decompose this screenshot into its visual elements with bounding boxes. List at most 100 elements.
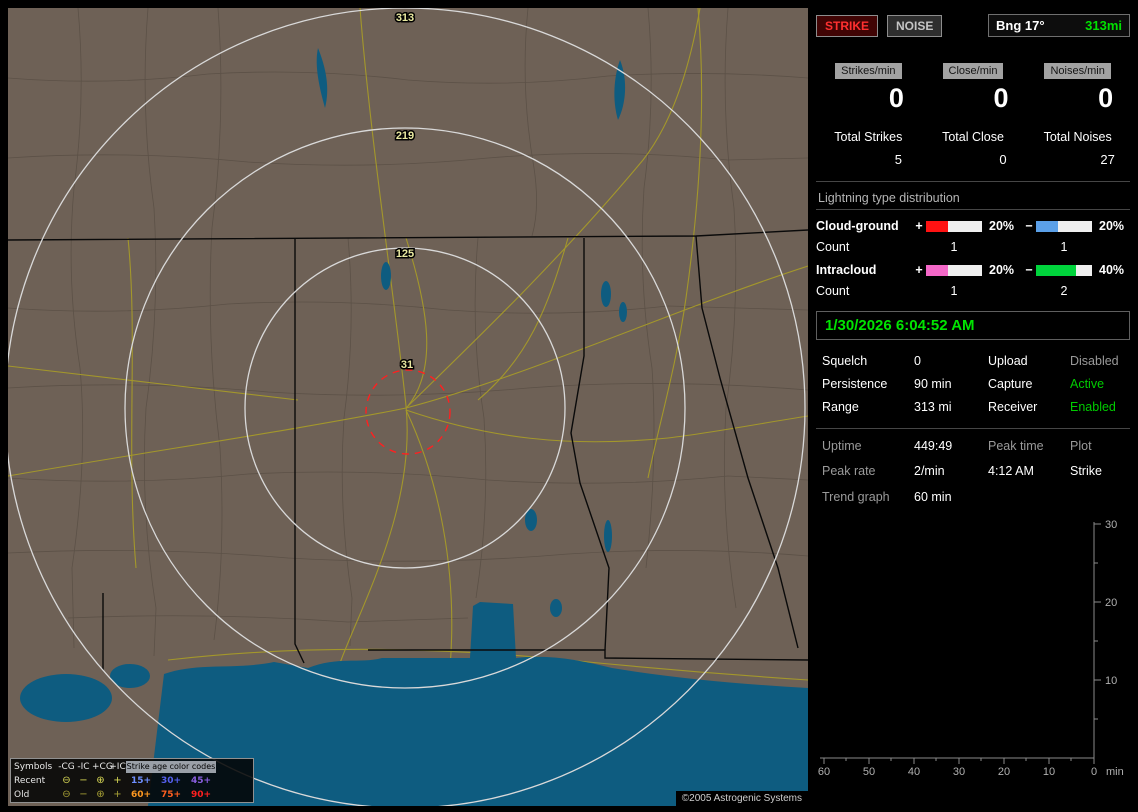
legend-symbols-header: Symbols xyxy=(14,761,53,772)
noise-button[interactable]: NOISE xyxy=(887,14,943,37)
y-tick-10: 10 xyxy=(1105,675,1117,687)
x-tick-0: 0 xyxy=(1091,766,1097,778)
legend-col-pos-ic: +IC xyxy=(109,761,126,772)
strikes-per-min-chip[interactable]: Strikes/min xyxy=(835,63,902,79)
cloud-ground-label: Cloud-ground xyxy=(816,219,899,233)
trend-axes xyxy=(820,522,1101,764)
intracloud-count-row: Count 1 2 xyxy=(816,284,1130,298)
trend-graph-label: Trend graph xyxy=(822,490,890,504)
age-60: 60+ xyxy=(130,790,152,800)
datetime-display: 1/30/2026 6:04:52 AM xyxy=(816,311,1130,340)
cg-plus-pct: 20% xyxy=(989,219,1015,233)
neg-cg-icon: ⊖ xyxy=(62,789,71,800)
peak-rate-label: Peak rate xyxy=(822,464,876,478)
trend-graph: 30 20 10 60 50 40 30 20 10 0 min xyxy=(818,519,1124,778)
pos-ic-icon: + xyxy=(113,789,122,800)
ic-minus-count: 2 xyxy=(1060,284,1068,298)
ring-label-125: 125 xyxy=(396,248,414,260)
stats-grid: Uptime 449:49 Peak time Plot Peak rate 2… xyxy=(816,428,1130,478)
plus-sign: + xyxy=(915,219,923,233)
ring-label-31: 31 xyxy=(401,359,413,371)
legend-col-neg-ic: -IC xyxy=(77,761,90,772)
noises-per-min-value: 0 xyxy=(1098,83,1114,113)
squelch-label: Squelch xyxy=(822,354,868,368)
age-15: 15+ xyxy=(130,776,152,786)
plus-sign: + xyxy=(915,263,923,277)
age-30: 30+ xyxy=(160,776,182,786)
legend-col-neg-cg: -CG xyxy=(58,761,75,772)
strike-button[interactable]: STRIKE xyxy=(816,14,879,37)
x-tick-20: 20 xyxy=(998,766,1010,778)
trend-graph-header: Trend graph 60 min xyxy=(816,490,1130,504)
pos-ic-icon: + xyxy=(113,775,122,786)
age-45: 45+ xyxy=(190,776,212,786)
legend-old-label: Old xyxy=(14,790,30,800)
count-label: Count xyxy=(816,284,850,298)
status-panel: STRIKE NOISE Bng 17° 313mi Strikes/min 0… xyxy=(816,8,1130,804)
ic-minus-bar-fill xyxy=(1036,264,1077,276)
strikes-per-min-value: 0 xyxy=(888,83,904,113)
intracloud-label: Intracloud xyxy=(816,263,877,277)
range-value: 313 mi xyxy=(914,400,952,414)
legend-header-row: Symbols -CG -IC +CG +IC Strike age color… xyxy=(11,759,253,774)
map-attribution: ©2005 Astrogenic Systems xyxy=(675,791,808,806)
ring-label-219: 219 xyxy=(396,130,414,142)
range-label: Range xyxy=(822,400,859,414)
x-tick-50: 50 xyxy=(863,766,875,778)
trend-tick-labels: 30 20 10 60 50 40 30 20 10 0 min xyxy=(818,519,1124,778)
y-tick-30: 30 xyxy=(1105,519,1117,531)
strikes-column: Strikes/min 0 Total Strikes 5 xyxy=(816,61,921,167)
capture-status: Active xyxy=(1070,377,1105,391)
bearing-value: Bng 17° xyxy=(996,18,1045,33)
ring-label-313: 313 xyxy=(396,12,414,24)
toolbar: STRIKE NOISE Bng 17° 313mi xyxy=(816,14,1130,37)
cg-minus-pct: 20% xyxy=(1099,219,1125,233)
ic-plus-bar-fill xyxy=(926,264,949,276)
cg-plus-bar xyxy=(926,220,982,232)
bearing-range: 313mi xyxy=(1085,18,1122,33)
cg-minus-bar xyxy=(1036,220,1092,232)
total-close-value: 0 xyxy=(999,152,1007,167)
x-tick-10: 10 xyxy=(1043,766,1055,778)
uptime-value: 449:49 xyxy=(914,439,953,453)
lightning-map[interactable]: 313 219 125 31 Symbols -CG -IC +CG +IC S… xyxy=(8,8,808,806)
minus-sign: − xyxy=(1025,219,1033,233)
peak-time-label: Peak time xyxy=(988,439,1044,453)
minus-sign: − xyxy=(1025,263,1033,277)
total-close-label: Total Close xyxy=(942,130,1004,144)
pos-cg-icon: ⊕ xyxy=(96,775,105,786)
bearing-display: Bng 17° 313mi xyxy=(988,14,1130,37)
total-noises-value: 27 xyxy=(1100,152,1115,167)
total-strikes-value: 5 xyxy=(894,152,902,167)
plot-label: Plot xyxy=(1070,439,1092,453)
cg-plus-bar-fill xyxy=(926,220,949,232)
uptime-label: Uptime xyxy=(822,439,862,453)
count-label: Count xyxy=(816,240,850,254)
persistence-value: 90 min xyxy=(914,377,952,391)
ic-minus-bar xyxy=(1036,264,1092,276)
distribution-title: Lightning type distribution xyxy=(818,191,960,205)
ic-plus-pct: 20% xyxy=(989,263,1015,277)
cg-minus-bar-fill xyxy=(1036,220,1059,232)
peak-time-value: 4:12 AM xyxy=(988,464,1034,478)
legend-age-header: Strike age color codes xyxy=(126,760,216,773)
plot-value: Strike xyxy=(1070,464,1102,478)
intracloud-row: Intracloud + 20% − 40% xyxy=(816,263,1130,277)
legend-recent-row: Recent ⊖ − ⊕ + 15+ 30+ 45+ xyxy=(11,774,253,788)
separator xyxy=(816,209,1130,210)
rate-counters: Strikes/min 0 Total Strikes 5 Close/min … xyxy=(816,61,1130,167)
legend-old-row: Old ⊖ − ⊕ + 60+ 75+ 90+ xyxy=(11,788,253,802)
map-legend: Symbols -CG -IC +CG +IC Strike age color… xyxy=(10,758,254,803)
peak-rate-value: 2/min xyxy=(914,464,945,478)
cg-plus-count: 1 xyxy=(950,240,958,254)
close-per-min-chip[interactable]: Close/min xyxy=(942,63,1004,79)
separator xyxy=(816,181,1130,182)
legend-col-pos-cg: +CG xyxy=(92,761,113,772)
noises-per-min-chip[interactable]: Noises/min xyxy=(1044,63,1111,79)
legend-recent-label: Recent xyxy=(14,776,46,786)
cloud-ground-count-row: Count 1 1 xyxy=(816,240,1130,254)
age-90: 90+ xyxy=(190,790,212,800)
receiver-label: Receiver xyxy=(988,400,1038,414)
ic-plus-bar xyxy=(926,264,982,276)
neg-ic-icon: − xyxy=(79,775,88,786)
